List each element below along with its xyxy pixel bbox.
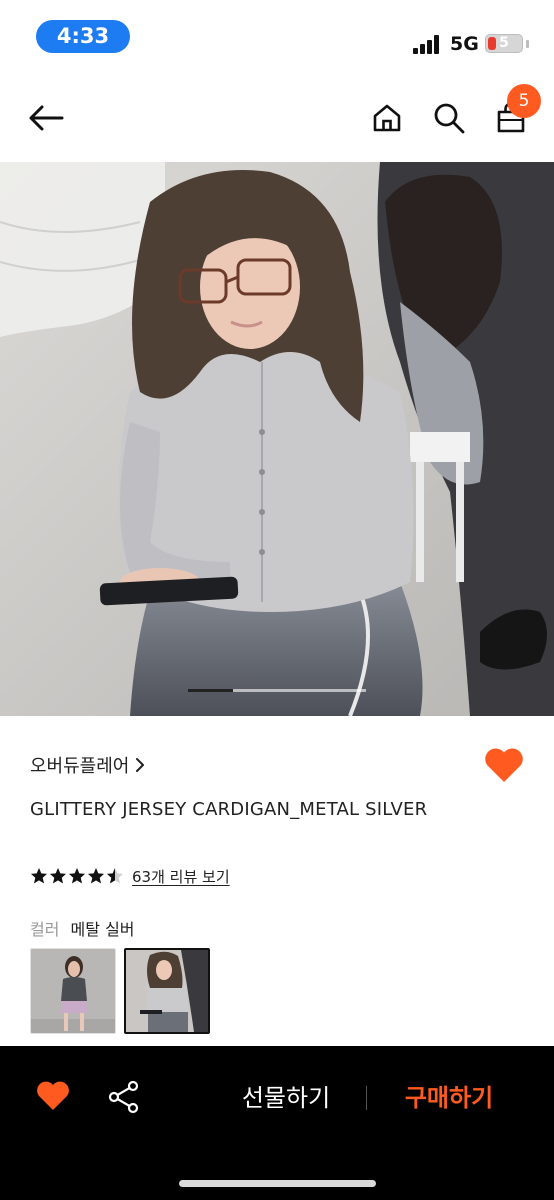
- status-time: 4:33: [36, 20, 130, 53]
- cart-count-badge: 5: [507, 84, 541, 118]
- star-full-icon: [69, 868, 85, 884]
- heart-icon: [485, 748, 523, 782]
- share-icon: [108, 1080, 139, 1114]
- color-option-image: [31, 949, 115, 1033]
- status-bar: 4:33 5G 5: [0, 0, 554, 76]
- heart-icon: [37, 1081, 69, 1110]
- search-button[interactable]: [429, 98, 469, 138]
- star-half-icon: [107, 868, 123, 884]
- color-option-thumbnail-selected[interactable]: [124, 948, 210, 1034]
- star-full-icon: [50, 868, 66, 884]
- back-button[interactable]: [26, 98, 66, 138]
- product-title: GLITTERY JERSEY CARDIGAN_METAL SILVER: [30, 799, 428, 820]
- network-type: 5G: [450, 33, 479, 55]
- gift-button[interactable]: 선물하기: [232, 1080, 340, 1116]
- color-label: 컬러: [30, 920, 60, 939]
- home-button[interactable]: [367, 98, 407, 138]
- color-option-thumbnail[interactable]: [30, 948, 116, 1034]
- top-navigation: 5: [0, 76, 554, 162]
- action-divider: [366, 1086, 367, 1110]
- rating-row: 63개 리뷰 보기: [30, 864, 230, 888]
- bottom-action-bar: 선물하기 구매하기: [0, 1046, 554, 1200]
- color-option-image: [126, 950, 208, 1032]
- wishlist-button[interactable]: [483, 746, 525, 786]
- chevron-right-icon: [136, 758, 145, 772]
- home-icon: [373, 104, 401, 132]
- brand-name: 오버듀플레어: [30, 756, 130, 777]
- review-link[interactable]: 63개 리뷰 보기: [132, 866, 230, 887]
- color-selector-label: 컬러 메탈 실버: [30, 916, 135, 940]
- carousel-page-indicator-active: [188, 689, 233, 692]
- product-photo: [0, 162, 554, 716]
- share-button[interactable]: [107, 1080, 141, 1114]
- bottom-wishlist-button[interactable]: [35, 1080, 71, 1114]
- home-indicator[interactable]: [179, 1180, 376, 1187]
- star-full-icon: [88, 868, 104, 884]
- arrow-left-icon: [29, 105, 64, 131]
- battery-cap: [526, 40, 529, 48]
- battery-level: 5: [499, 35, 509, 51]
- carousel-page-indicator: [188, 689, 366, 692]
- brand-link[interactable]: 오버듀플레어: [30, 750, 145, 780]
- rating-stars: [30, 867, 124, 885]
- product-image-carousel[interactable]: [0, 162, 554, 716]
- signal-strength-icon: [413, 34, 443, 54]
- buy-button[interactable]: 구매하기: [396, 1080, 502, 1116]
- star-full-icon: [31, 868, 47, 884]
- search-icon: [434, 103, 465, 134]
- battery-icon: 5: [485, 34, 523, 53]
- color-value: 메탈 실버: [70, 920, 135, 939]
